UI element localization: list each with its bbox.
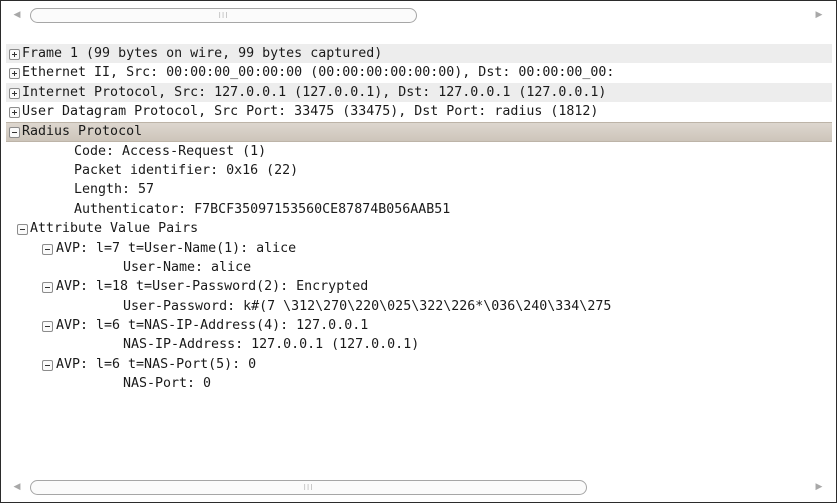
tree-row-label: AVP: l=18 t=User-Password(2): Encrypted bbox=[56, 279, 369, 295]
scroll-right-icon[interactable]: ▶ bbox=[810, 5, 828, 25]
tree-row-length[interactable]: Length: 57 bbox=[6, 180, 832, 199]
tree-row-label: Attribute Value Pairs bbox=[30, 221, 199, 237]
tree-row-label: Packet identifier: 0x16 (22) bbox=[74, 162, 299, 178]
tree-row-label: Length: 57 bbox=[74, 182, 155, 198]
tree-row-label: Ethernet II, Src: 00:00:00_00:00:00 (00:… bbox=[22, 65, 615, 81]
tree-row-label: User Datagram Protocol, Src Port: 33475 … bbox=[22, 104, 599, 120]
tree-row-attribute-value-pairs[interactable]: Attribute Value Pairs bbox=[6, 219, 832, 238]
collapse-minus-icon[interactable] bbox=[42, 282, 53, 294]
collapse-minus-icon[interactable] bbox=[42, 243, 53, 255]
tree-row-code[interactable]: Code: Access-Request (1) bbox=[6, 142, 832, 161]
tree-row-avp-nas-ip-address[interactable]: AVP: l=6 t=NAS-IP-Address(4): 127.0.0.1 bbox=[6, 316, 832, 335]
collapse-minus-icon[interactable] bbox=[17, 224, 28, 236]
grip-icon: III bbox=[303, 483, 314, 492]
grip-icon: III bbox=[218, 11, 229, 20]
packet-details-pane: ◀ III ▶ Frame 1 (99 bytes on wire, 99 by… bbox=[0, 0, 837, 503]
tree-row-label: AVP: l=7 t=User-Name(1): alice bbox=[56, 240, 297, 256]
expand-plus-icon[interactable] bbox=[9, 68, 20, 80]
expand-plus-icon[interactable] bbox=[9, 49, 20, 60]
tree-row-ip[interactable]: Internet Protocol, Src: 127.0.0.1 (127.0… bbox=[6, 82, 832, 103]
tree-row-nas-port[interactable]: NAS-Port: 0 bbox=[6, 374, 832, 393]
tree-row-label: Radius Protocol bbox=[22, 123, 143, 139]
tree-row-radius-selected[interactable]: Radius Protocol bbox=[6, 121, 832, 142]
expand-plus-icon[interactable] bbox=[9, 107, 20, 119]
tree-row-ethernet[interactable]: Ethernet II, Src: 00:00:00_00:00:00 (00:… bbox=[6, 63, 832, 82]
tree-row-label: AVP: l=6 t=NAS-Port(5): 0 bbox=[56, 356, 257, 372]
scroll-right-icon[interactable]: ▶ bbox=[810, 477, 828, 497]
tree-row-label: User-Password: k#(7 \312\270\220\025\322… bbox=[123, 298, 612, 314]
tree-row-authenticator[interactable]: Authenticator: F7BCF35097153560CE87874B0… bbox=[6, 200, 832, 219]
protocol-tree: Frame 1 (99 bytes on wire, 99 bytes capt… bbox=[6, 44, 832, 394]
tree-row-user-password[interactable]: User-Password: k#(7 \312\270\220\025\322… bbox=[6, 297, 832, 316]
tree-row-label: Code: Access-Request (1) bbox=[74, 143, 267, 159]
tree-row-label: Internet Protocol, Src: 127.0.0.1 (127.0… bbox=[22, 84, 607, 100]
tree-row-label: Frame 1 (99 bytes on wire, 99 bytes capt… bbox=[22, 46, 383, 61]
collapse-minus-icon[interactable] bbox=[9, 126, 20, 138]
collapse-minus-icon[interactable] bbox=[42, 321, 53, 333]
tree-row-packet-identifier[interactable]: Packet identifier: 0x16 (22) bbox=[6, 161, 832, 180]
tree-row-nas-ip-address[interactable]: NAS-IP-Address: 127.0.0.1 (127.0.0.1) bbox=[6, 335, 832, 354]
collapse-minus-icon[interactable] bbox=[42, 359, 53, 371]
tree-row-label: AVP: l=6 t=NAS-IP-Address(4): 127.0.0.1 bbox=[56, 318, 369, 334]
tree-row-label: NAS-Port: 0 bbox=[123, 376, 212, 392]
tree-row-avp-user-name[interactable]: AVP: l=7 t=User-Name(1): alice bbox=[6, 239, 832, 258]
tree-row-user-name[interactable]: User-Name: alice bbox=[6, 258, 832, 277]
scrollbar-thumb[interactable]: III bbox=[30, 8, 417, 23]
bottom-horizontal-scrollbar[interactable]: ◀ III ▶ bbox=[8, 477, 828, 497]
tree-row-udp[interactable]: User Datagram Protocol, Src Port: 33475 … bbox=[6, 102, 832, 121]
top-horizontal-scrollbar[interactable]: ◀ III ▶ bbox=[8, 5, 828, 25]
tree-row-avp-nas-port[interactable]: AVP: l=6 t=NAS-Port(5): 0 bbox=[6, 355, 832, 374]
scroll-left-icon[interactable]: ◀ bbox=[8, 5, 26, 25]
tree-row-label: User-Name: alice bbox=[123, 259, 252, 275]
tree-row-frame[interactable]: Frame 1 (99 bytes on wire, 99 bytes capt… bbox=[6, 44, 832, 64]
tree-row-avp-user-password[interactable]: AVP: l=18 t=User-Password(2): Encrypted bbox=[6, 277, 832, 296]
scroll-left-icon[interactable]: ◀ bbox=[8, 477, 26, 497]
scrollbar-thumb[interactable]: III bbox=[30, 480, 587, 495]
tree-row-label: NAS-IP-Address: 127.0.0.1 (127.0.0.1) bbox=[123, 337, 420, 353]
tree-row-label: Authenticator: F7BCF35097153560CE87874B0… bbox=[74, 201, 451, 217]
expand-plus-icon[interactable] bbox=[9, 87, 20, 99]
